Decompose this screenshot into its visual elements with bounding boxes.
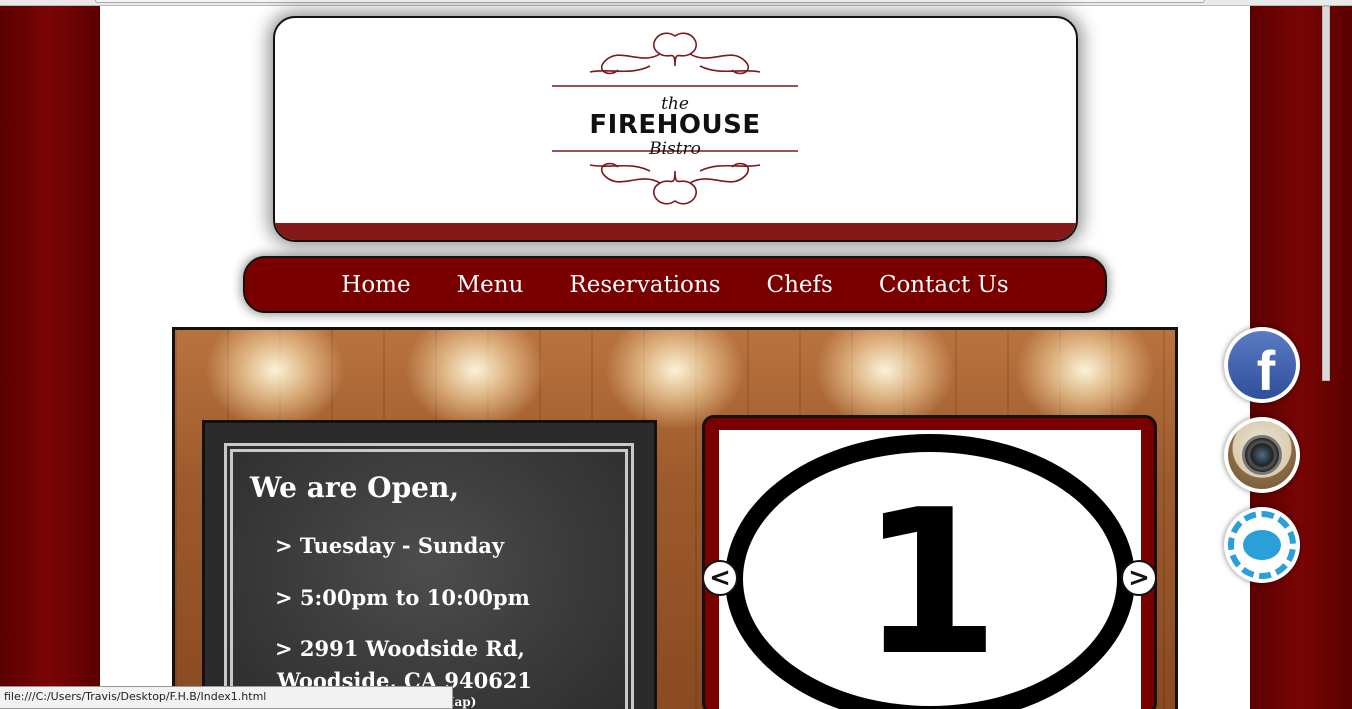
twitter-link[interactable] — [1224, 507, 1300, 583]
main-navigation: Home Menu Reservations Chefs Contact Us — [243, 256, 1107, 313]
vertical-scrollbar[interactable] — [1322, 6, 1330, 381]
camera-lens-icon — [1242, 435, 1282, 475]
instagram-link[interactable] — [1224, 417, 1300, 493]
site-header: the FIREHOUSE Bistro — [273, 16, 1078, 242]
nav-reservations[interactable]: Reservations — [569, 272, 720, 298]
nav-home[interactable]: Home — [341, 272, 410, 298]
browser-status-url: file:///C:/Users/Travis/Desktop/F.H.B/In… — [0, 686, 453, 709]
facebook-glyph: f — [1256, 338, 1276, 402]
spotlight — [205, 330, 345, 430]
twitter-bird-icon — [1243, 530, 1281, 560]
spotlight — [405, 330, 545, 430]
nav-contact-us[interactable]: Contact Us — [879, 272, 1009, 298]
left-curtain-background — [0, 6, 100, 709]
page-content: the FIREHOUSE Bistro Home Menu Reservati… — [100, 6, 1250, 709]
instagram-icon — [1228, 421, 1296, 489]
slider-prev-button[interactable]: < — [702, 560, 738, 596]
image-slider: 1 < > — [702, 415, 1157, 709]
logo-firehouse-text: FIREHOUSE — [589, 110, 761, 140]
open-days: > Tuesday - Sunday — [275, 533, 505, 558]
open-times: > 5:00pm to 10:00pm — [275, 585, 530, 610]
slider-next-button[interactable]: > — [1121, 560, 1157, 596]
address-line-1[interactable]: > 2991 Woodside Rd, — [275, 636, 525, 661]
slide-number: 1 — [860, 467, 1000, 700]
open-heading: We are Open, — [250, 471, 460, 504]
facebook-icon: f — [1228, 331, 1296, 402]
slide-frame: 1 — [719, 430, 1141, 709]
logo-bistro-text: Bistro — [649, 139, 701, 159]
horizontal-scrollbar[interactable] — [95, 0, 1205, 3]
wood-panel-stage: We are Open, > Tuesday - Sunday > 5:00pm… — [172, 327, 1178, 709]
facebook-link[interactable]: f — [1224, 327, 1300, 403]
nav-menu[interactable]: Menu — [457, 272, 524, 298]
nav-chefs[interactable]: Chefs — [767, 272, 833, 298]
twitter-icon — [1228, 511, 1296, 579]
slide-number-ring: 1 — [725, 434, 1135, 709]
hours-chalkboard: We are Open, > Tuesday - Sunday > 5:00pm… — [202, 420, 657, 709]
firehouse-bistro-logo[interactable]: the FIREHOUSE Bistro — [550, 26, 800, 211]
header-red-band — [275, 223, 1076, 240]
